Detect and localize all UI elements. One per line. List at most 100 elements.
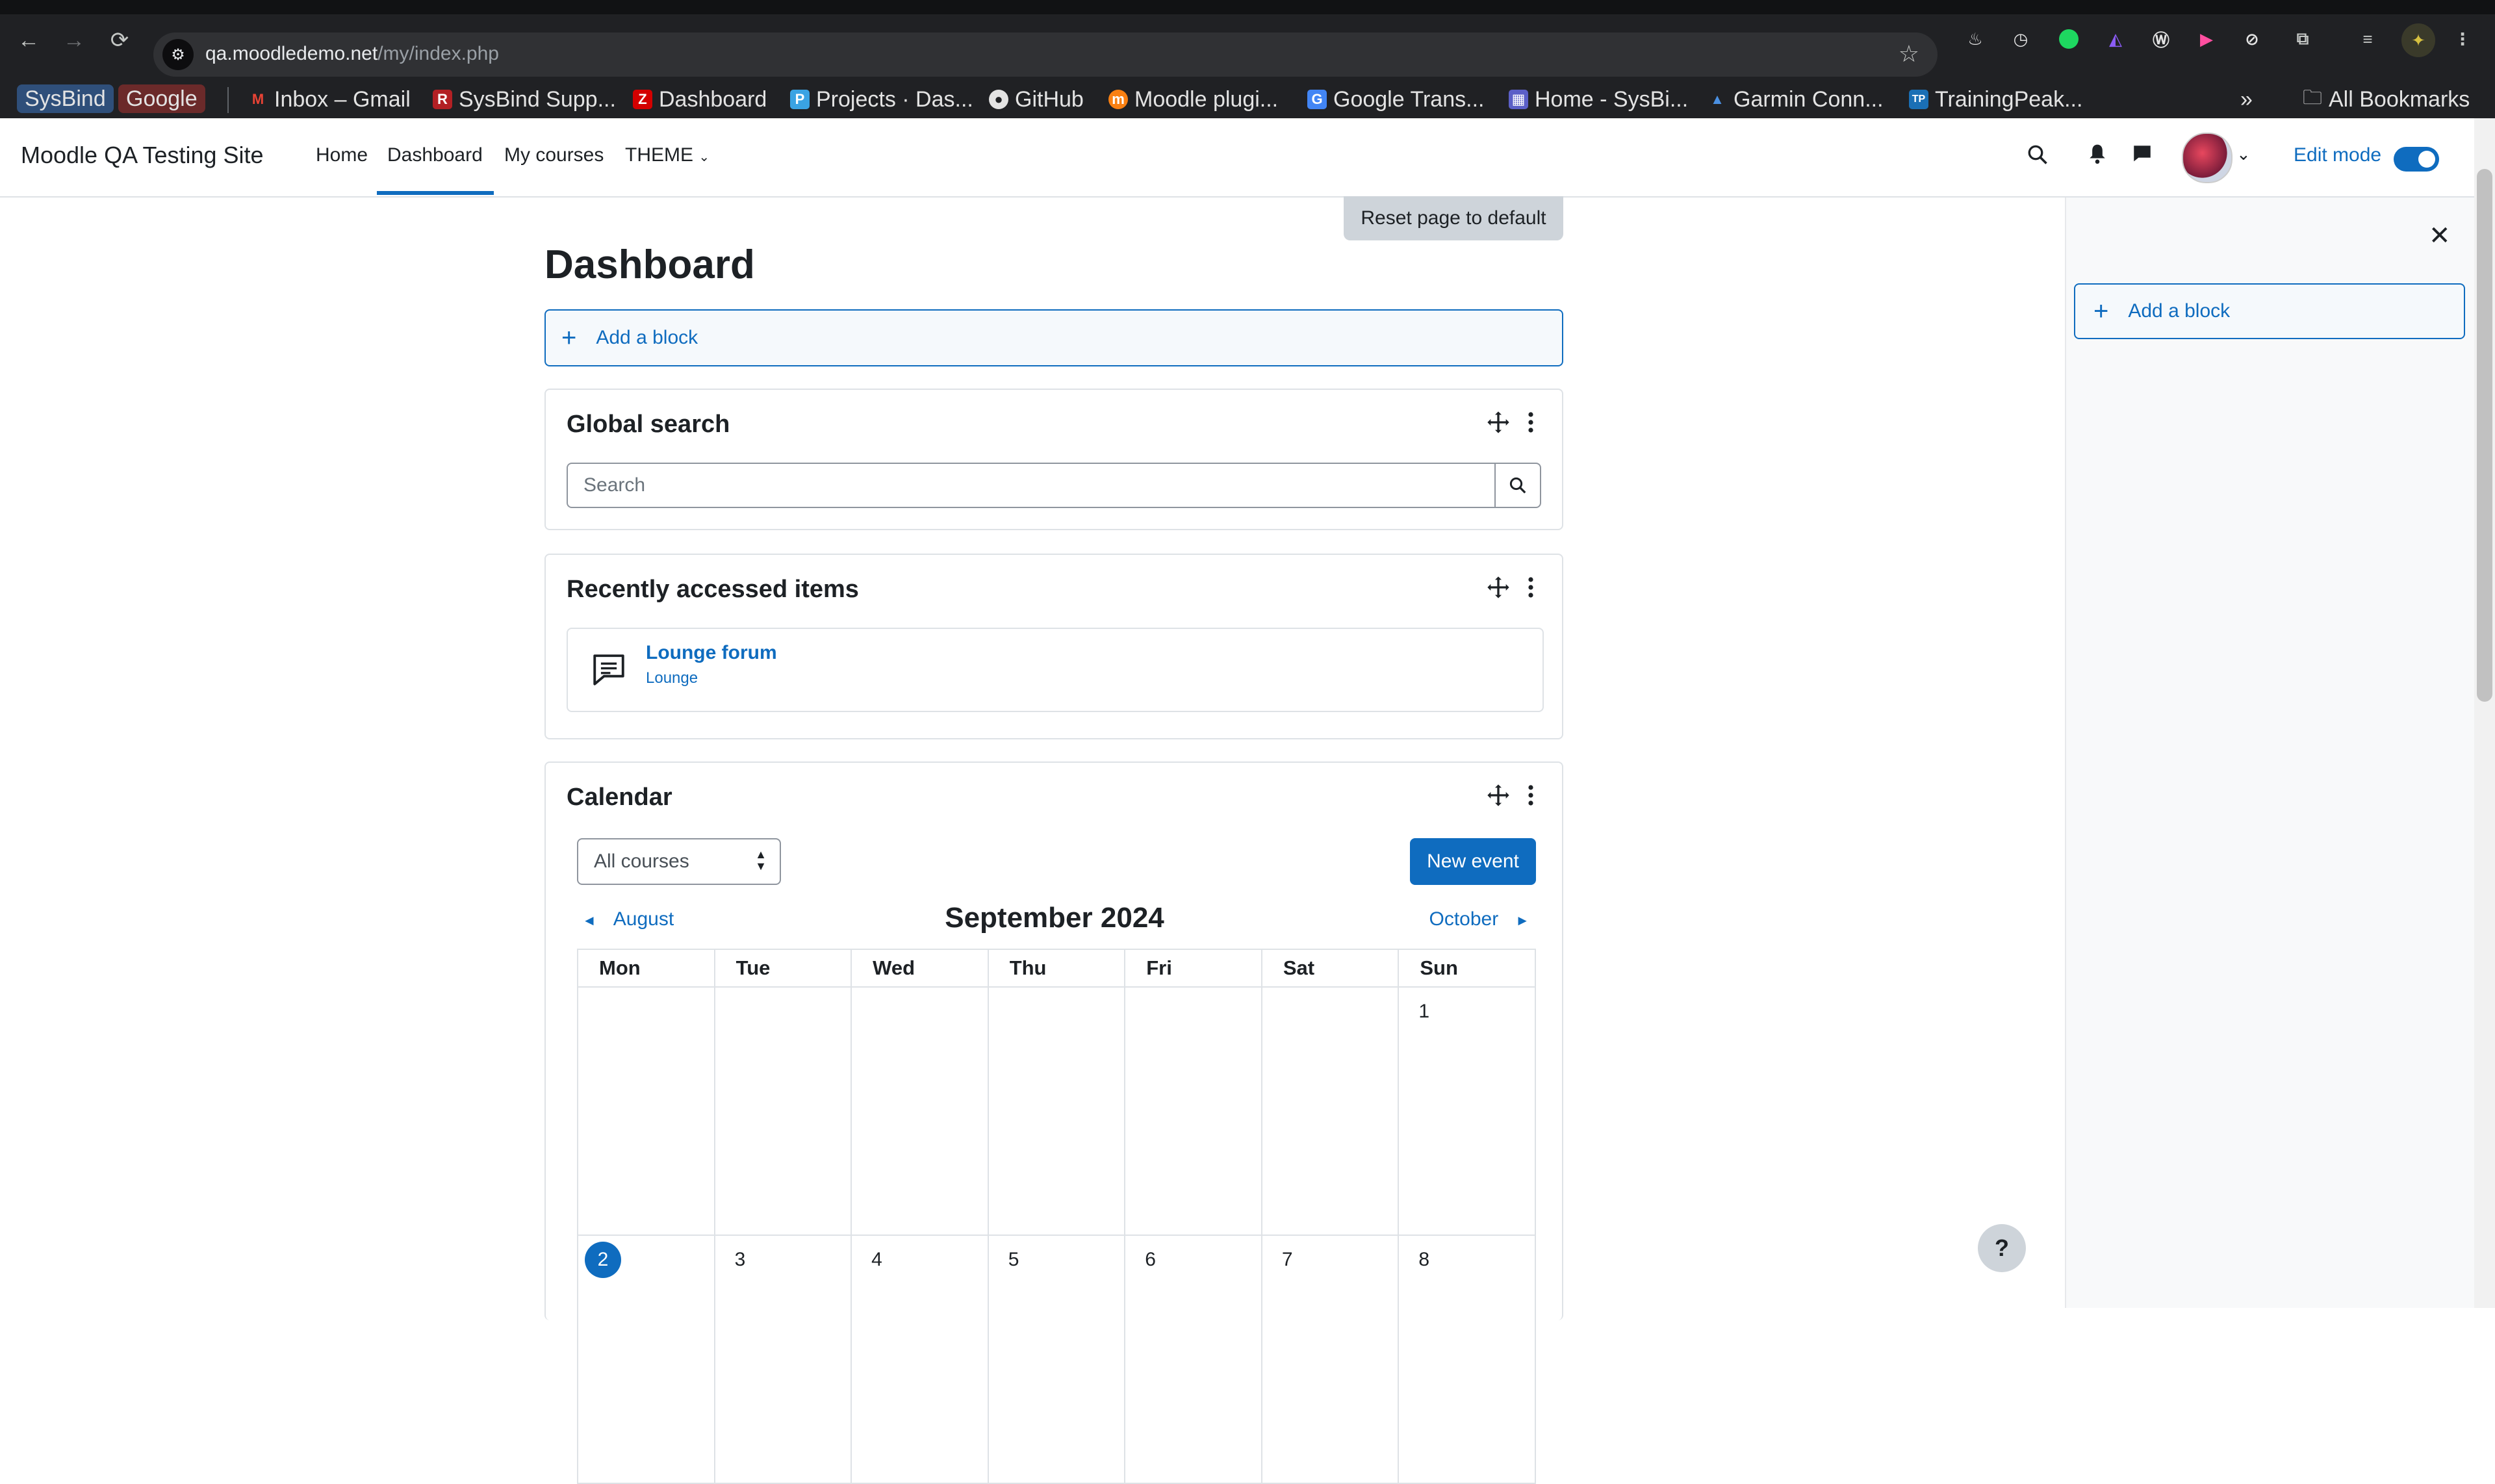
- next-month-link[interactable]: October ►: [1429, 908, 1530, 930]
- bookmark-trainingpeaks[interactable]: TP TrainingPeak...: [1909, 86, 2082, 113]
- caret-right-icon: ►: [1515, 912, 1529, 928]
- video-extension-icon[interactable]: ▶: [2194, 26, 2220, 52]
- browser-menu-icon[interactable]: ⋮: [2450, 26, 2476, 52]
- messages-icon[interactable]: [2131, 143, 2153, 171]
- calendar-day-cell-today[interactable]: 2: [577, 1235, 715, 1484]
- calendar-day-cell[interactable]: 4: [851, 1235, 989, 1484]
- add-block-button[interactable]: + Add a block: [544, 309, 1563, 366]
- calendar-day-cell[interactable]: [713, 986, 852, 1236]
- bookmark-moodle-plugins[interactable]: m Moodle plugi...: [1108, 86, 1278, 113]
- page-title: Dashboard: [544, 242, 755, 287]
- add-block-label: Add a block: [596, 327, 698, 348]
- site-name[interactable]: Moodle QA Testing Site: [21, 142, 264, 169]
- help-button[interactable]: ?: [1978, 1224, 2026, 1272]
- extensions-puzzle-icon[interactable]: ⧉: [2290, 26, 2316, 52]
- moodle-icon: m: [1108, 90, 1128, 109]
- profile-avatar-icon[interactable]: ✦: [2401, 23, 2435, 57]
- new-event-button[interactable]: New event: [1410, 838, 1536, 885]
- google-translate-icon: G: [1307, 90, 1327, 109]
- calendar-day-cell[interactable]: [577, 986, 715, 1236]
- browser-tabstrip: [0, 0, 2495, 14]
- move-icon[interactable]: [1485, 409, 1511, 435]
- calendar-week-row: 2 3 4 5 6 7 8: [577, 1235, 1536, 1484]
- calendar-day-cell[interactable]: 5: [987, 1235, 1126, 1484]
- nav-theme[interactable]: THEME ⌄: [625, 144, 710, 166]
- blocker-extension-icon[interactable]: ⊘: [2239, 26, 2265, 52]
- address-bar[interactable]: ⚙ qa.moodledemo.net/my/index.php ☆: [153, 32, 1938, 77]
- close-drawer-icon[interactable]: ✕: [2429, 221, 2451, 251]
- scrollbar-thumb[interactable]: [2477, 169, 2492, 702]
- nav-my-courses[interactable]: My courses: [504, 144, 604, 166]
- calendar-day-cell[interactable]: [987, 986, 1126, 1236]
- edit-mode-label: Edit mode: [2294, 144, 2382, 166]
- course-filter-value: All courses: [594, 851, 689, 872]
- bookmark-github[interactable]: ● GitHub: [989, 86, 1084, 113]
- bookmark-star-icon[interactable]: ☆: [1899, 40, 1919, 68]
- forward-icon[interactable]: →: [60, 26, 88, 55]
- course-filter-select[interactable]: All courses ▲ ▼: [577, 838, 781, 885]
- search-input[interactable]: [567, 463, 1496, 508]
- kebab-menu-icon[interactable]: [1524, 411, 1537, 434]
- reload-icon[interactable]: ⟳: [105, 26, 134, 55]
- drawer-add-block-button[interactable]: + Add a block: [2074, 283, 2465, 339]
- weekday-header: Fri: [1124, 949, 1262, 988]
- kebab-menu-icon[interactable]: [1524, 576, 1537, 599]
- calendar-day-cell[interactable]: 1: [1398, 986, 1536, 1236]
- calendar-day-cell[interactable]: 7: [1260, 1235, 1400, 1484]
- all-bookmarks-folder[interactable]: 🗀 All Bookmarks: [2303, 86, 2470, 113]
- select-arrows-icon: ▲ ▼: [755, 848, 767, 873]
- move-icon[interactable]: [1485, 574, 1511, 600]
- calendar-day-cell[interactable]: 8: [1398, 1235, 1536, 1484]
- fire-extension-icon[interactable]: ♨: [1962, 26, 1988, 52]
- back-icon[interactable]: ←: [14, 26, 43, 55]
- weekday-header: Wed: [851, 949, 989, 988]
- edit-mode-toggle[interactable]: [2394, 147, 2439, 172]
- search-submit-button[interactable]: [1494, 463, 1541, 508]
- bookmark-dashboard[interactable]: Z Dashboard: [633, 86, 767, 113]
- bookmark-home-sysbind[interactable]: ▦ Home - SysBi...: [1509, 86, 1688, 113]
- calendar-day-cell[interactable]: [851, 986, 989, 1236]
- gmail-icon: M: [251, 91, 264, 107]
- green-extension-icon[interactable]: [2056, 26, 2082, 52]
- user-avatar[interactable]: [2182, 133, 2233, 183]
- calendar-day-cell[interactable]: 6: [1124, 1235, 1262, 1484]
- bookmark-folder-google[interactable]: Google: [118, 84, 205, 113]
- prism-extension-icon[interactable]: ◭: [2103, 26, 2129, 52]
- redmine-icon: R: [433, 90, 452, 109]
- toggle-knob: [2418, 151, 2435, 168]
- previous-month-link[interactable]: ◄ August: [582, 908, 674, 930]
- calendar-day-cell[interactable]: [1260, 986, 1400, 1236]
- reading-list-icon[interactable]: ≡: [2355, 26, 2381, 52]
- notifications-bell-icon[interactable]: [2087, 143, 2108, 171]
- bookmark-sysbind-support[interactable]: R SysBind Supp...: [433, 86, 616, 113]
- bookmark-gmail[interactable]: M Inbox – Gmail: [248, 86, 411, 113]
- bookmark-garmin[interactable]: ▲ Garmin Conn...: [1708, 86, 1883, 113]
- bookmarks-overflow-icon[interactable]: »: [2240, 86, 2253, 113]
- block-title: Recently accessed items: [567, 576, 859, 603]
- calendar-day-cell[interactable]: [1124, 986, 1262, 1236]
- site-info-icon[interactable]: ⚙: [162, 39, 194, 70]
- nav-dashboard[interactable]: Dashboard: [387, 144, 483, 166]
- garmin-icon: ▲: [1710, 91, 1724, 107]
- moodle-navbar: [0, 118, 2495, 198]
- user-menu-chevron-icon[interactable]: ⌄: [2236, 144, 2251, 164]
- recent-item-card[interactable]: Lounge forum Lounge: [567, 628, 1544, 712]
- bookmark-google-translate[interactable]: G Google Trans...: [1307, 86, 1484, 113]
- block-title: Global search: [567, 411, 730, 438]
- search-icon[interactable]: [2026, 143, 2049, 172]
- forum-icon: [593, 654, 624, 685]
- calendar-day-cell[interactable]: 3: [713, 1235, 852, 1484]
- recent-item-name[interactable]: Lounge forum: [646, 642, 777, 664]
- wordpress-extension-icon[interactable]: Ⓦ: [2148, 26, 2174, 52]
- url-text[interactable]: qa.moodledemo.net/my/index.php: [205, 43, 499, 65]
- recent-item-course[interactable]: Lounge: [646, 669, 698, 687]
- bookmark-folder-sysbind[interactable]: SysBind: [17, 84, 114, 113]
- reset-page-button[interactable]: Reset page to default: [1344, 196, 1563, 240]
- today-marker[interactable]: 2: [585, 1242, 621, 1278]
- bookmark-projects[interactable]: P Projects · Das...: [790, 86, 973, 113]
- kebab-menu-icon[interactable]: [1524, 784, 1537, 807]
- nav-home[interactable]: Home: [316, 144, 368, 166]
- clock-extension-icon[interactable]: ◷: [2008, 26, 2034, 52]
- weekday-header: Thu: [987, 949, 1126, 988]
- move-icon[interactable]: [1485, 782, 1511, 808]
